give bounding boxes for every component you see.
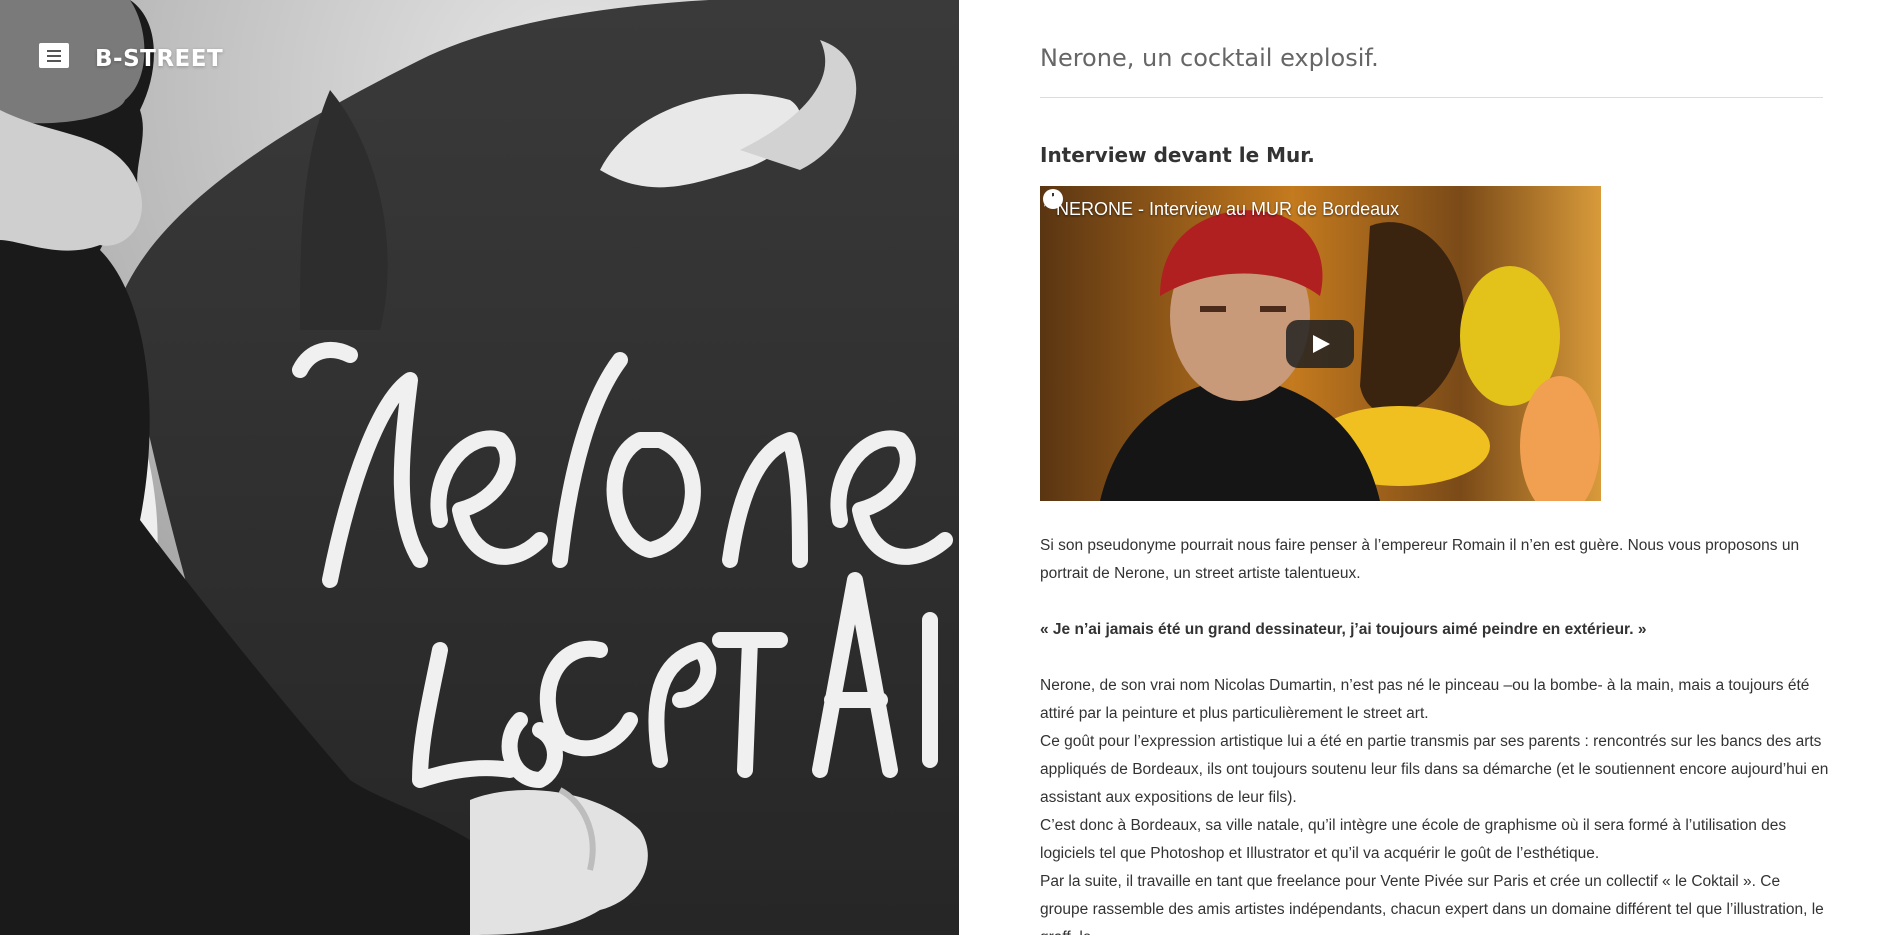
body-paragraph: Par la suite, il travaille en tant que f… <box>1040 873 1824 935</box>
intro-paragraph: Si son pseudonyme pourrait nous faire pe… <box>1040 537 1800 582</box>
menu-button[interactable] <box>39 43 69 68</box>
body-paragraph: Ce goût pour l’expression artistique lui… <box>1040 733 1829 806</box>
play-button[interactable] <box>1286 320 1354 368</box>
pull-quote: « Je n’ai jamais été un grand dessinateu… <box>1040 621 1647 638</box>
title-divider <box>1040 97 1823 98</box>
body-paragraph: Nerone, de son vrai nom Nicolas Dumartin… <box>1040 677 1810 722</box>
body-paragraph: C’est donc à Bordeaux, sa ville natale, … <box>1040 817 1787 862</box>
site-brand-logo[interactable]: B-STREET <box>95 46 223 72</box>
hamburger-menu-icon <box>47 49 61 52</box>
article-subtitle: Interview devant le Mur. <box>1040 143 1315 167</box>
share-icon[interactable] <box>1040 186 1066 212</box>
hero-image: B-STREET <box>0 0 959 935</box>
video-title[interactable]: NERONE - Interview au MUR de Bordeaux <box>1056 199 1399 220</box>
article-title: Nerone, un cocktail explosif. <box>1040 44 1379 72</box>
article-body: Nerone, de son vrai nom Nicolas Dumartin… <box>1040 672 1830 935</box>
graffiti-photo <box>0 0 959 935</box>
video-embed[interactable]: NERONE - Interview au MUR de Bordeaux <box>1040 186 1601 501</box>
